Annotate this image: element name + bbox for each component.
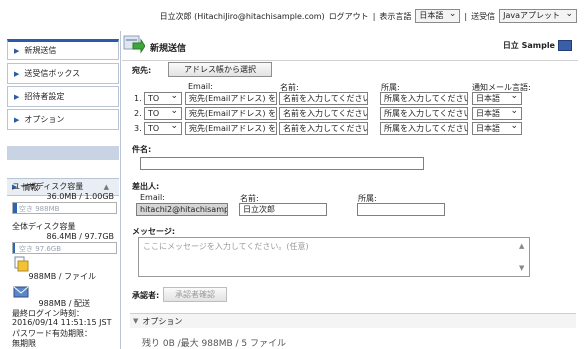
- top-bar: 日立次郎 (HitachiJiro@hitachisample.com) ログア…: [0, 0, 585, 30]
- brand-name: 日立 Sample: [502, 41, 555, 50]
- language-select[interactable]: 日本語: [415, 8, 461, 23]
- chevron-right-icon: ▶: [14, 46, 20, 55]
- collapse-icon[interactable]: ▲: [104, 183, 109, 191]
- all-disk-free: 空き 97.6GB: [19, 245, 62, 253]
- scroll-up-icon[interactable]: ▲: [519, 242, 524, 250]
- to-label: 宛先:: [132, 66, 152, 75]
- recipient-org-input[interactable]: 所属を入力してください。: [380, 92, 468, 105]
- recipient-type-select[interactable]: TO: [144, 106, 182, 120]
- new-send-icon: [123, 35, 145, 54]
- recipient-org-input[interactable]: 所属を入力してください。: [380, 122, 468, 135]
- recipient-email-input[interactable]: 宛先(Emailアドレス) を入力: [185, 92, 277, 105]
- chevron-down-icon: ▼: [133, 317, 139, 325]
- user-disk-value: 36.0MB / 1.00GB: [46, 192, 114, 201]
- transfer-label: 送受信: [471, 11, 496, 21]
- upload-quota-text: 残り 0B /最大 988MB / 5 ファイル: [142, 339, 286, 349]
- password-expiry-value: 無期限: [12, 339, 36, 348]
- main-panel: 新規送信 日立 Sample 宛先: アドレス帳から選択 Email: 名前: …: [122, 31, 578, 349]
- recipient-org-input[interactable]: 所属を入力してください。: [380, 107, 468, 120]
- address-book-button[interactable]: アドレス帳から選択: [168, 62, 272, 77]
- info-header-band: [7, 146, 119, 160]
- notify-language-select[interactable]: 日本語: [472, 121, 522, 135]
- sidebar-item-label: 新規送信: [24, 46, 57, 55]
- file-icon: [14, 256, 29, 272]
- subject-label: 件名:: [132, 145, 152, 154]
- user-disk-meter: 空き 988MB: [12, 202, 117, 214]
- logout-link[interactable]: ログアウト: [329, 11, 369, 22]
- recipient-email-input[interactable]: 宛先(Emailアドレス) を入力: [185, 107, 277, 120]
- chevron-right-icon: ▶: [14, 115, 20, 124]
- sidebar-item-invite[interactable]: ▶ 招待者設定: [7, 86, 119, 107]
- sender-email-label: Email:: [140, 193, 165, 202]
- per-file-limit: 988MB / ファイル: [28, 272, 96, 281]
- separator: |: [464, 11, 468, 21]
- transfer-method-select[interactable]: Javaアプレット: [499, 8, 577, 23]
- options-section-toggle[interactable]: ▼ オプション: [130, 313, 576, 328]
- subject-input[interactable]: [140, 157, 424, 170]
- user-disk-meter-fill: [13, 203, 17, 213]
- recipient-row-number: 2.: [134, 109, 142, 118]
- recipient-name-input[interactable]: 名前を入力してください。: [279, 122, 368, 135]
- notify-language-select[interactable]: 日本語: [472, 91, 522, 105]
- notify-language-select[interactable]: 日本語: [472, 106, 522, 120]
- recipient-type-select[interactable]: TO: [144, 121, 182, 135]
- separator: |: [372, 11, 376, 21]
- chevron-right-icon: ▶: [14, 92, 20, 101]
- sidebar-item-box[interactable]: ▶ 送受信ボックス: [7, 63, 119, 84]
- recipient-email-input[interactable]: 宛先(Emailアドレス) を入力: [185, 122, 277, 135]
- title-bar: 新規送信 日立 Sample: [122, 31, 578, 61]
- message-textarea[interactable]: ここにメッセージを入力してください。(任意) ▲ ▼: [138, 237, 530, 277]
- sidebar-item-options[interactable]: ▶ オプション: [7, 109, 119, 130]
- message-label: メッセージ:: [132, 227, 176, 236]
- message-placeholder: ここにメッセージを入力してください。(任意): [143, 242, 309, 251]
- last-login-value: 2016/09/14 11:51:15 JST: [12, 318, 112, 327]
- brand: 日立 Sample: [503, 40, 572, 51]
- sidebar: ▶ 新規送信 ▶ 送受信ボックス ▶ 招待者設定 ▶ オプション ▶ 情報 ▲ …: [3, 31, 121, 349]
- recipient-name-input[interactable]: 名前を入力してください。: [279, 92, 368, 105]
- user-disk-free: 空き 988MB: [19, 205, 60, 213]
- page-title: 新規送信: [150, 44, 187, 54]
- sender-name-input[interactable]: 日立次郎: [239, 203, 327, 216]
- sender-org-input[interactable]: [357, 203, 445, 216]
- sidebar-item-label: オプション: [24, 115, 65, 124]
- scroll-down-icon[interactable]: ▼: [519, 264, 524, 272]
- all-disk-meter-fill: [13, 243, 16, 253]
- message-scrollbar[interactable]: ▲ ▼: [519, 242, 527, 272]
- user-email: 日立次郎 (HitachiJiro@hitachisample.com): [159, 11, 325, 21]
- recipient-row-number: 1.: [134, 94, 142, 103]
- column-email: Email:: [188, 82, 213, 91]
- options-label: オプション: [142, 316, 183, 326]
- all-disk-meter: 空き 97.6GB: [12, 242, 117, 254]
- approver-check-button[interactable]: 承認者確認: [163, 287, 227, 302]
- envelope-icon: [13, 286, 29, 298]
- language-label: 表示言語: [379, 11, 412, 21]
- all-disk-label: 全体ディスク容量: [12, 222, 76, 231]
- sidebar-item-new-send[interactable]: ▶ 新規送信: [7, 39, 119, 60]
- all-disk-value: 86.4MB / 97.7GB: [46, 232, 114, 241]
- recipient-type-select[interactable]: TO: [144, 91, 182, 105]
- sender-email-field: hitachi2@hitachisample: [136, 203, 228, 216]
- sidebar-item-label: 送受信ボックス: [24, 69, 81, 78]
- user-disk-label: ユーザディスク容量: [12, 182, 84, 191]
- recipient-row-number: 3.: [134, 124, 142, 133]
- brand-logo-icon: [558, 40, 572, 51]
- sender-label: 差出人:: [132, 182, 160, 191]
- sidebar-item-label: 招待者設定: [24, 92, 65, 101]
- approver-label: 承認者:: [132, 291, 160, 300]
- top-bar-user-line: 日立次郎 (HitachiJiro@hitachisample.com) ログア…: [159, 8, 577, 23]
- chevron-right-icon: ▶: [14, 69, 20, 78]
- recipient-name-input[interactable]: 名前を入力してください。: [279, 107, 368, 120]
